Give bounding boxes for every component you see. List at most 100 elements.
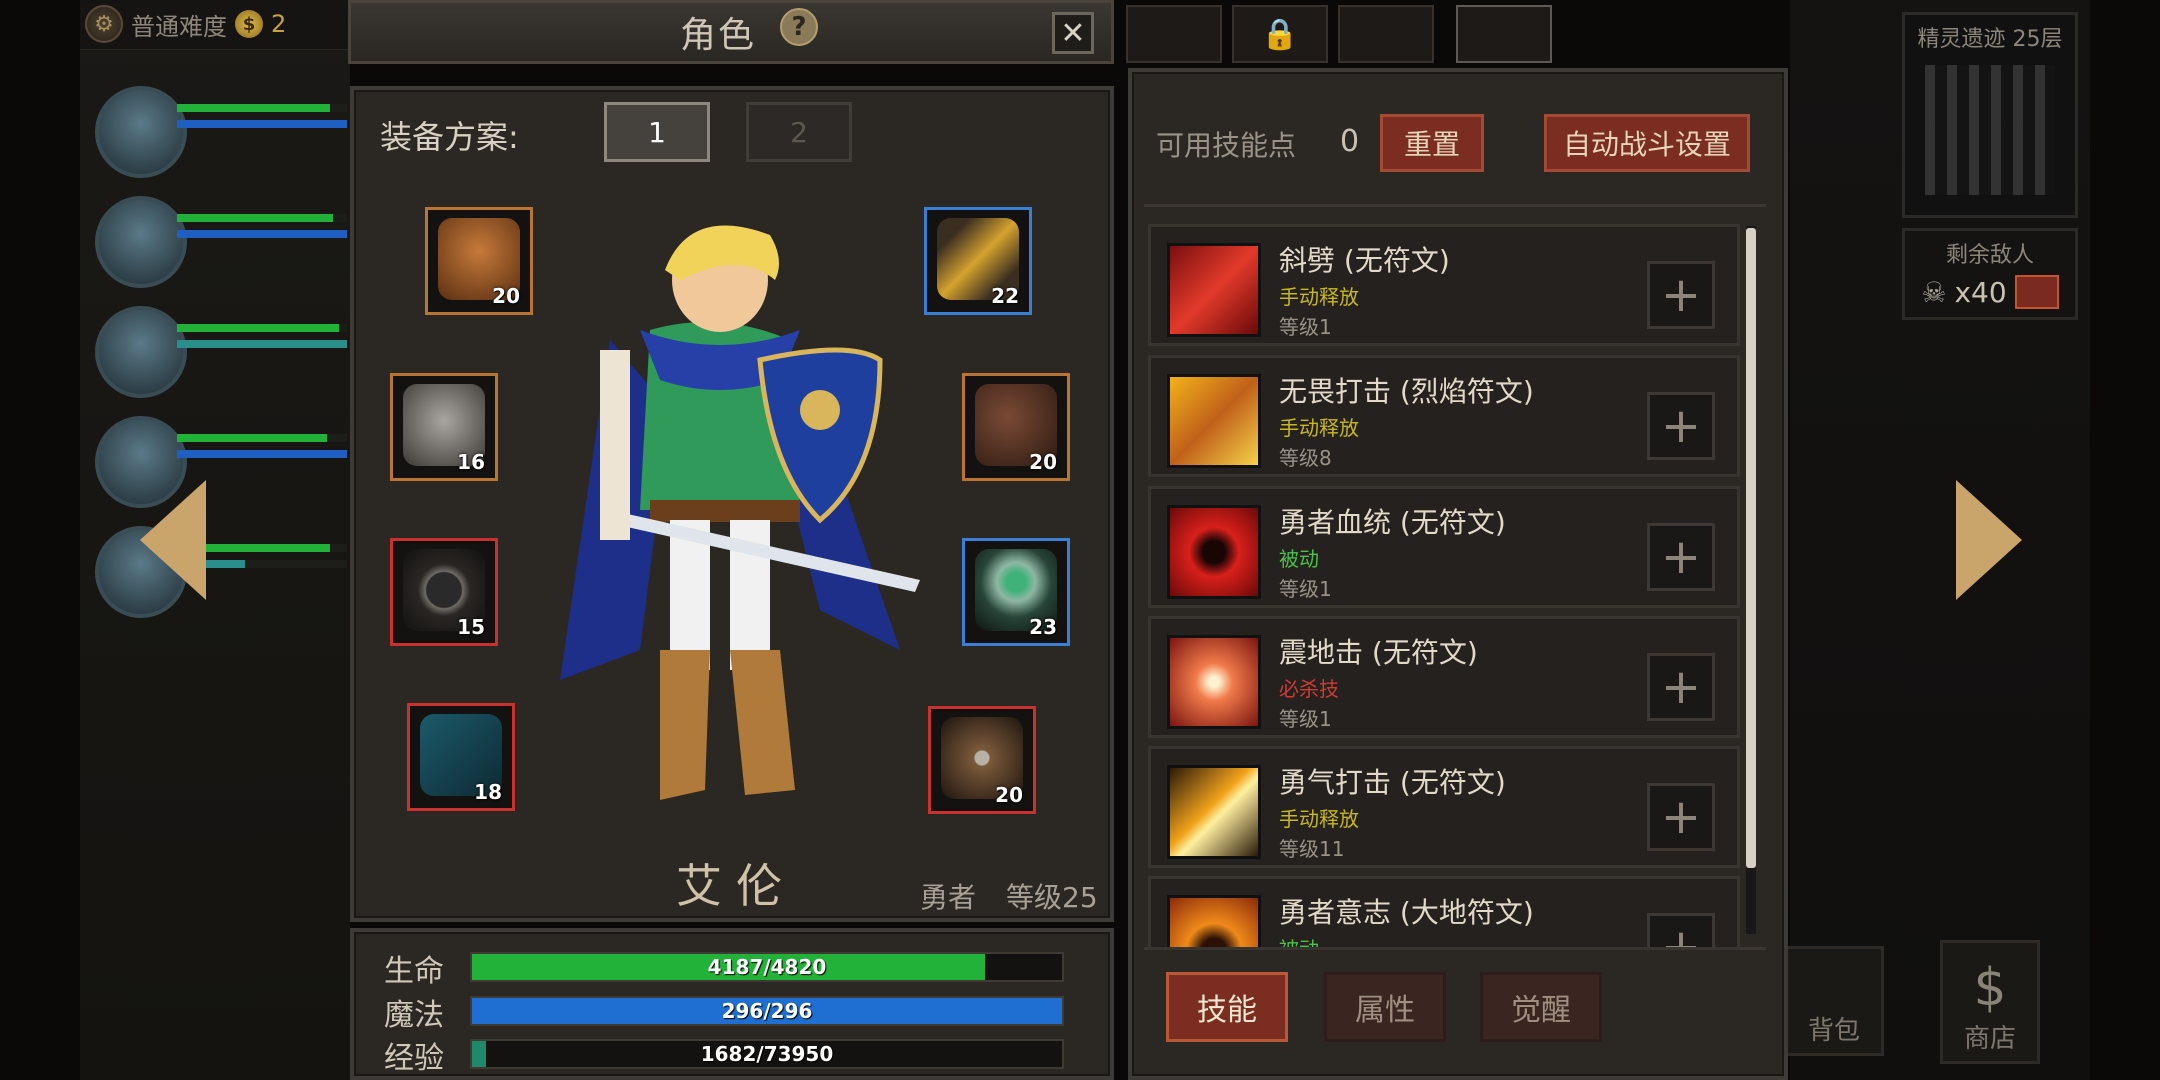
avatar [95, 86, 187, 178]
hp-bar: 4187/4820 [470, 952, 1064, 982]
party-member-4[interactable] [95, 416, 347, 516]
chest-icon [2014, 275, 2059, 309]
boots-slot[interactable]: 20 [962, 373, 1070, 481]
upgrade-skill-button[interactable]: + [1647, 261, 1715, 329]
hero-portrait [560, 225, 920, 800]
skill-type: 手动释放 [1279, 416, 1359, 440]
ring-slot[interactable]: 23 [962, 538, 1070, 646]
weapon-slot[interactable]: 18 [407, 703, 515, 811]
gear-icon: ⚙ [85, 5, 123, 43]
scrollbar-thumb[interactable] [1746, 228, 1756, 868]
hero-name: 艾伦 [676, 859, 796, 913]
slot-level: 16 [457, 450, 485, 474]
top-tab-4[interactable] [1456, 5, 1552, 63]
exp-text: 1682/73950 [700, 1042, 834, 1066]
hero-class: 勇者 [920, 881, 977, 914]
skill-type: 被动 [1279, 937, 1319, 950]
top-tab-3[interactable] [1338, 5, 1434, 63]
enemy-count: x40 [1954, 275, 2007, 309]
top-tab-1[interactable] [1126, 5, 1222, 63]
equipment-set-label: 装备方案: [380, 118, 519, 156]
equipment-set-1-button[interactable]: 1 [604, 102, 710, 162]
mp-label: 魔法 [384, 998, 444, 1033]
upgrade-skill-button[interactable]: + [1647, 913, 1715, 947]
lock-icon[interactable]: 🔒 [1232, 5, 1328, 63]
reset-button[interactable]: 重置 [1380, 114, 1484, 172]
skill-row[interactable]: 勇气打击 (无符文) 手动释放 等级11 + [1148, 746, 1740, 868]
upgrade-skill-button[interactable]: + [1647, 653, 1715, 721]
party-member-2[interactable] [95, 196, 347, 296]
skill-name: 斜劈 (无符文) [1279, 244, 1450, 277]
party-member-1[interactable] [95, 86, 347, 186]
skill-row[interactable]: 勇者血统 (无符文) 被动 等级1 + [1148, 486, 1740, 608]
shield-slot[interactable]: 20 [928, 706, 1036, 814]
slot-level: 20 [995, 783, 1023, 807]
next-hero-arrow[interactable] [1956, 480, 2022, 600]
hero-bloodline-icon [1167, 505, 1261, 599]
skill-type: 必杀技 [1279, 677, 1339, 701]
dungeon-title: 精灵遗迹 25层 [1917, 27, 2063, 52]
equipment-set-2-button[interactable]: 2 [746, 102, 852, 162]
mp-bar: 296/296 [470, 996, 1064, 1026]
armor-slot[interactable]: 16 [390, 373, 498, 481]
upgrade-skill-button[interactable]: + [1647, 783, 1715, 851]
tab-skills[interactable]: 技能 [1166, 972, 1288, 1042]
minimap-maze [1925, 65, 2055, 195]
slot-level: 23 [1029, 615, 1057, 639]
hp-text: 4187/4820 [707, 955, 827, 979]
enemy-label: 剩余敌人 [1945, 243, 2034, 268]
bag-button[interactable]: 背包 [1784, 946, 1884, 1056]
skill-level: 等级1 [1279, 315, 1332, 339]
upgrade-skill-button[interactable]: + [1647, 392, 1715, 460]
minimap[interactable]: 精灵遗迹 25层 [1902, 12, 2078, 218]
skill-name: 勇者血统 (无符文) [1279, 506, 1506, 539]
skill-type: 手动释放 [1279, 285, 1359, 309]
skill-row[interactable]: 勇者意志 (大地符文) 被动 + [1148, 876, 1740, 950]
previous-hero-arrow[interactable] [140, 480, 206, 600]
skull-icon: ☠ [1921, 275, 1947, 309]
hp-label: 生命 [384, 954, 444, 989]
hero-will-icon [1167, 895, 1261, 947]
party-hp-bar [177, 324, 347, 332]
skill-points-value: 0 [1340, 124, 1360, 159]
slot-level: 20 [492, 284, 520, 308]
skill-name: 无畏打击 (烈焰符文) [1279, 375, 1534, 408]
tab-awakening[interactable]: 觉醒 [1480, 972, 1602, 1042]
skill-row[interactable]: 无畏打击 (烈焰符文) 手动释放 等级8 + [1148, 355, 1740, 477]
party-mp-bar [177, 340, 347, 348]
party-member-5[interactable] [95, 526, 347, 626]
party-member-3[interactable] [95, 306, 347, 406]
auto-battle-settings-button[interactable]: 自动战斗设置 [1544, 114, 1750, 172]
slot-level: 15 [457, 615, 485, 639]
amulet-slot[interactable]: 22 [924, 207, 1032, 315]
shop-button[interactable]: $ 商店 [1940, 940, 2040, 1064]
upgrade-skill-button[interactable]: + [1647, 523, 1715, 591]
close-button[interactable]: ✕ [1052, 12, 1094, 54]
dialog-title: 角色 [680, 15, 757, 56]
skill-points-label: 可用技能点 [1156, 129, 1297, 162]
dollar-icon: $ [1973, 958, 2007, 1018]
hero-level: 等级25 [1006, 881, 1098, 914]
skill-row[interactable]: 震地击 (无符文) 必杀技 等级1 + [1148, 616, 1740, 738]
belt-slot[interactable]: 15 [390, 538, 498, 646]
enemy-counter: 剩余敌人 ☠ x40 [1902, 228, 2078, 320]
avatar [95, 196, 187, 288]
difficulty-indicator[interactable]: ⚙ 普通难度 $ 2 [85, 5, 286, 43]
skill-level: 等级1 [1279, 707, 1332, 731]
avatar [95, 306, 187, 398]
skill-level: 等级1 [1279, 577, 1332, 601]
skill-name: 勇者意志 (大地符文) [1279, 896, 1534, 929]
skill-type: 手动释放 [1279, 807, 1359, 831]
skill-type: 被动 [1279, 547, 1319, 571]
coin-icon: $ [235, 10, 263, 38]
skill-name: 勇气打击 (无符文) [1279, 766, 1506, 799]
helmet-slot[interactable]: 20 [425, 207, 533, 315]
party-mp-bar [177, 450, 347, 458]
skill-row[interactable]: 斜劈 (无符文) 手动释放 等级1 + [1148, 224, 1740, 346]
party-hp-bar [177, 214, 347, 222]
gold-amount: 2 [271, 10, 287, 38]
help-icon[interactable]: ? [780, 8, 818, 46]
slash-icon [1167, 243, 1261, 337]
party-hp-bar [177, 104, 347, 112]
tab-attributes[interactable]: 属性 [1324, 972, 1446, 1042]
